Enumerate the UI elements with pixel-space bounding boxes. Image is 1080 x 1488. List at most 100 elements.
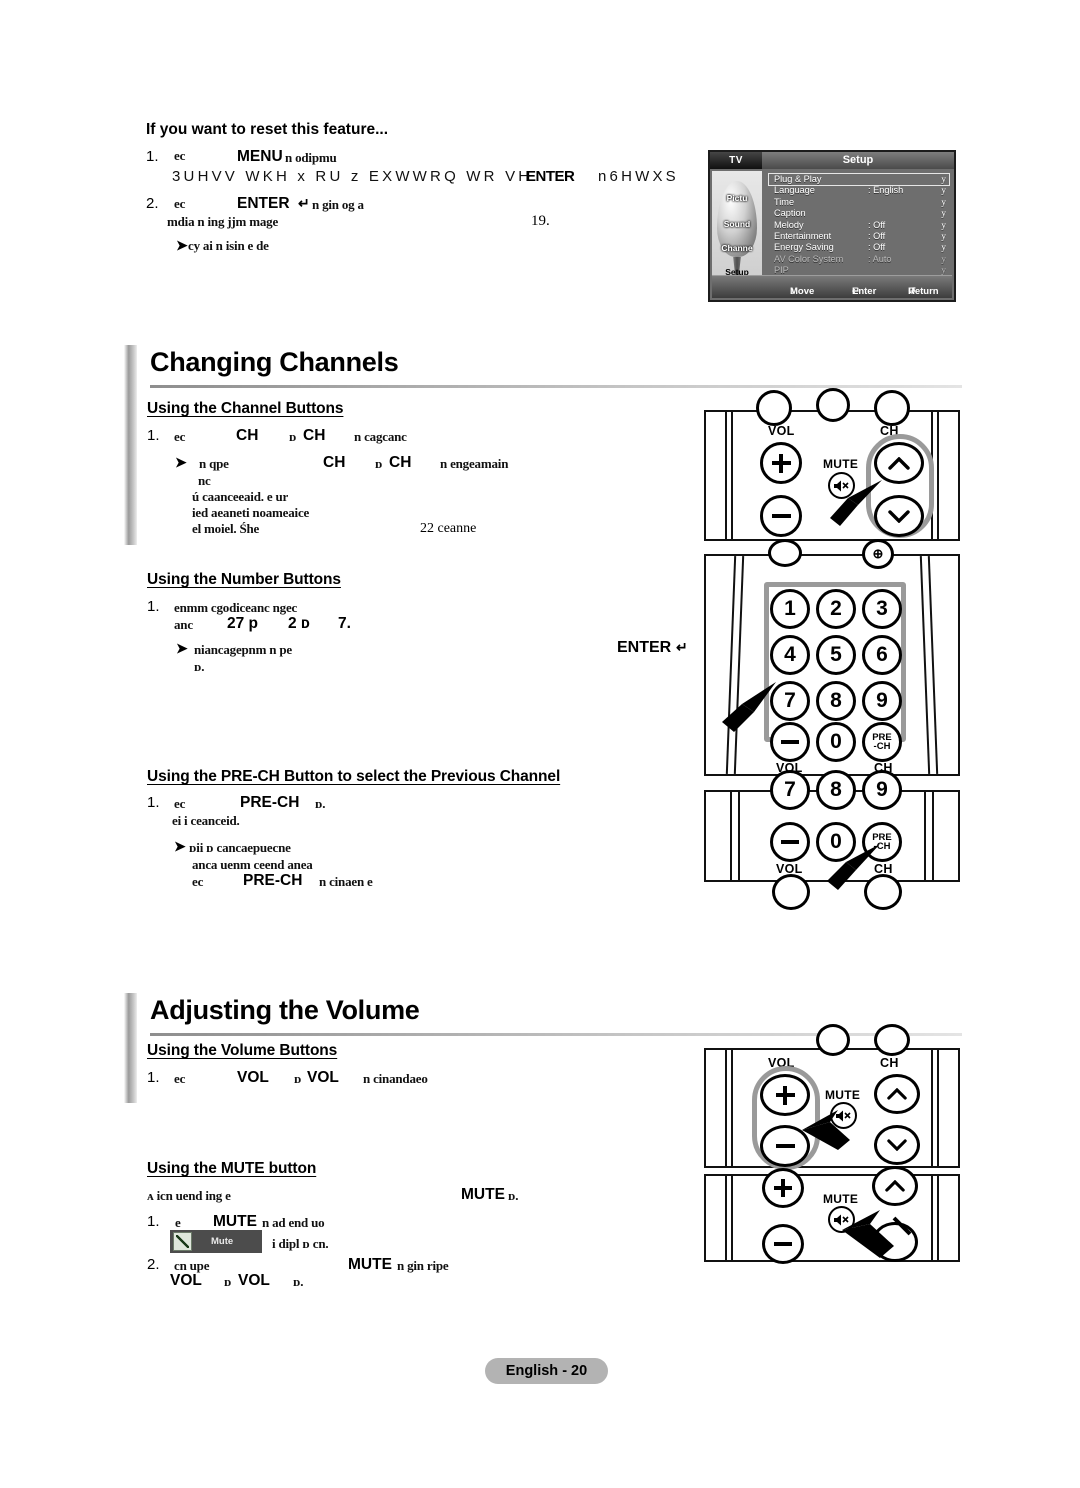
osd-value: : English — [868, 185, 904, 196]
prech-label: PRE -CH — [872, 731, 892, 752]
mute-button-ref: MUTE — [213, 1213, 257, 1230]
mute-label: MUTE — [823, 457, 859, 471]
osd-row-language[interactable]: Language : English y — [764, 185, 952, 196]
remote-diagram-volume: VOL CH MUTE — [704, 1024, 960, 1170]
osd-row-entertainment[interactable]: Entertainment : Off y — [764, 231, 952, 242]
number-key-7[interactable]: 7 — [770, 770, 810, 810]
osd-row-av-color-system[interactable]: AV Color System : Auto y — [764, 254, 952, 265]
number-key-8[interactable]: 8 — [816, 681, 856, 721]
osd-sidebar: Pictu Sound Channe Setup — [712, 171, 762, 276]
ch-up-button[interactable] — [872, 1166, 918, 1206]
prech-note-3-btn: PRE-CH — [243, 872, 303, 889]
number-key-3[interactable]: 3 — [862, 589, 902, 629]
reset-page-ref: 19. — [531, 213, 550, 229]
osd-value: : Off — [868, 219, 886, 230]
bullet-arrow-icon: ➤ — [174, 838, 186, 854]
prech-step-number: 1. — [147, 794, 160, 811]
osd-row-melody[interactable]: Melody : Off y — [764, 220, 952, 231]
osd-side-sound[interactable]: Sound — [712, 219, 762, 229]
reset-cipher-overlap: ENTER — [526, 168, 575, 185]
osd-row-energy-saving[interactable]: Energy Saving : Off y — [764, 242, 952, 253]
bullet-arrow-icon: ➤ — [176, 640, 188, 656]
vol-step-number: 1. — [147, 1069, 160, 1086]
osd-row-plug-and-play[interactable]: Plug & Play y — [764, 173, 952, 186]
osd-value: : Auto — [868, 253, 892, 264]
mute-step2-vol-b: VOL — [238, 1272, 270, 1289]
mute-step2-post: n gin ripe — [397, 1258, 449, 1273]
reset-note: cy ai n isin e de — [188, 238, 269, 253]
osd-row-caption[interactable]: Caption y — [764, 208, 952, 219]
prech-button[interactable]: PRE -CH — [862, 722, 902, 762]
number-key-6[interactable]: 6 — [862, 635, 902, 675]
number-key-4[interactable]: 4 — [770, 635, 810, 675]
ch-step-post: n cagcanc — [354, 429, 407, 444]
num-step-number: 1. — [147, 598, 160, 615]
ch-note-line-5: el moiel. Śhe — [192, 521, 260, 536]
ch-note-line-2: nc — [198, 473, 211, 488]
pointer-arrow-icon — [830, 480, 882, 526]
osd-label: Time — [774, 196, 795, 207]
number-key-2[interactable]: 2 — [816, 589, 856, 629]
ch-note-mid: ᴅ — [375, 456, 383, 471]
num-line-1: enmm cgodiceanc ngec — [174, 600, 298, 615]
subheading-number-buttons: Using the Number Buttons — [147, 571, 341, 588]
vol-down-button[interactable] — [760, 495, 802, 537]
osd-label: AV Color System — [774, 253, 844, 264]
osd-side-channel[interactable]: Channe — [712, 243, 762, 253]
ch-down-button-ref: CH — [303, 427, 326, 444]
vol-down-button[interactable] — [770, 822, 810, 862]
pointer-arrow-icon — [842, 1210, 912, 1258]
osd-item-list: Plug & Play y Language : English y Time … — [764, 171, 952, 276]
partial-button-top-right — [874, 1024, 910, 1056]
num-note-2: ᴅ. — [194, 659, 205, 674]
pointer-arrow-icon — [802, 1110, 850, 1150]
mute-step1-pre: e — [175, 1215, 181, 1230]
subheading-volume-buttons: Using the Volume Buttons — [147, 1042, 338, 1059]
section-accent-bar — [124, 345, 137, 545]
page-footer-badge: English - 20 — [485, 1358, 608, 1384]
number-key-8[interactable]: 8 — [816, 770, 856, 810]
vol-down-button[interactable] — [762, 1224, 804, 1264]
mute-chip-after: i dipl ᴅ cn. — [272, 1236, 329, 1251]
osd-value: : Off — [868, 230, 886, 241]
osd-footer-bar: ↕ Move ↵ Enter ↺ Return — [712, 275, 952, 298]
subheading-channel-buttons: Using the Channel Buttons — [147, 400, 344, 417]
osd-side-picture[interactable]: Pictu — [712, 193, 762, 203]
ch-label: CH — [880, 1056, 899, 1070]
osd-label: Energy Saving — [774, 242, 834, 253]
number-key-9[interactable]: 9 — [862, 770, 902, 810]
vol-up-button[interactable] — [762, 1168, 804, 1208]
remote-diagram-mute: MUTE — [704, 1166, 960, 1264]
reset-cipher-tail: n6HWXS — [598, 168, 679, 185]
number-key-5[interactable]: 5 — [816, 635, 856, 675]
mute-intro-button-ref: MUTE — [461, 1186, 505, 1203]
prech-note-1: ᴅii ᴅ cancaepuecne — [189, 840, 291, 855]
mute-speaker-icon — [173, 1232, 192, 1251]
key-label: 4 — [784, 643, 796, 666]
key-label: 0 — [830, 730, 842, 753]
osd-label: PIP — [774, 265, 789, 276]
ch-up-button-ref: CH — [236, 427, 259, 444]
num-line-2-c: 2 ᴅ — [288, 615, 310, 632]
subheading-prech-button: Using the PRE-CH Button to select the Pr… — [147, 768, 561, 785]
osd-label: Caption — [774, 208, 806, 219]
number-key-0[interactable]: 0 — [816, 722, 856, 762]
enter-return-icon: ↵ — [676, 639, 688, 655]
ch-note-btn-b: CH — [389, 454, 412, 471]
num-line-2-a: anc — [174, 617, 193, 632]
mute-step2-number: 2. — [147, 1256, 160, 1273]
partial-button-top-mid — [816, 1024, 850, 1056]
osd-row-time[interactable]: Time y — [764, 197, 952, 208]
vol-step-pre: ec — [174, 1071, 186, 1086]
reset-step2-pre: ec — [174, 196, 186, 211]
osd-tv-label: TV — [710, 152, 762, 169]
vol-up-button[interactable] — [760, 442, 802, 484]
reset-step2-line2: mdia n ing jjm mage — [167, 214, 279, 229]
osd-label: Melody — [774, 219, 804, 230]
chevron-down-icon — [888, 509, 910, 523]
number-key-9[interactable]: 9 — [862, 681, 902, 721]
number-key-1[interactable]: 1 — [770, 589, 810, 629]
ch-down-button[interactable] — [874, 1125, 920, 1165]
subheading-mute-button: Using the MUTE button — [147, 1160, 317, 1177]
ch-up-button[interactable] — [874, 1074, 920, 1114]
